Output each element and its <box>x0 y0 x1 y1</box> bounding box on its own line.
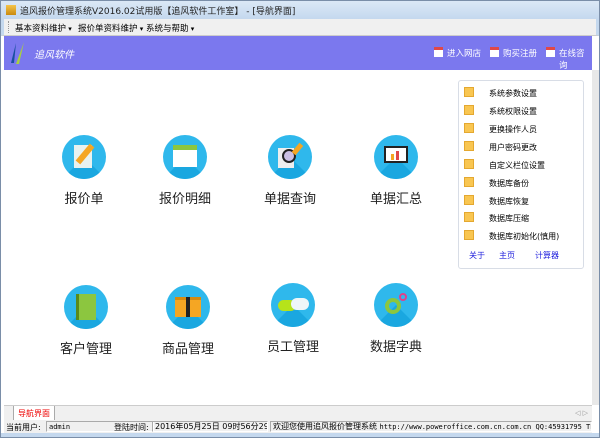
panel-item-db-backup[interactable]: 数据库备份 <box>464 177 582 189</box>
menu-system-help[interactable]: 系统与帮助 <box>146 22 194 34</box>
menu-quote-data[interactable]: 报价单资料维护 <box>78 22 143 34</box>
tile-product-management[interactable]: 商品管理 <box>148 285 228 357</box>
folder-icon <box>464 212 474 222</box>
current-user-label: 当前用户: <box>6 423 41 432</box>
link-calculator[interactable]: 计算器 <box>535 250 559 261</box>
panel-item-db-init[interactable]: 数据库初始化(慎用) <box>464 230 582 242</box>
link-label: 购买注册 <box>503 49 538 59</box>
calendar-icon <box>163 135 207 179</box>
login-time-label: 登陆时间: <box>114 423 149 432</box>
welcome-message: 欢迎您使用追风报价管理系统 http://www.poweroffice.com… <box>270 421 592 432</box>
tile-label: 报价明细 <box>158 192 211 207</box>
notebook-icon <box>64 285 108 329</box>
briefcase-icon <box>166 285 210 329</box>
tile-document-summary[interactable]: 单据汇总 <box>356 135 436 207</box>
tile-staff-management[interactable]: 员工管理 <box>253 283 333 355</box>
link-homepage[interactable]: 主页 <box>499 250 515 261</box>
panel-item-permissions[interactable]: 系统权限设置 <box>464 105 582 117</box>
status-bar: 当前用户: admin 登陆时间: 2016年05月25日 09时56分29秒 … <box>4 420 592 433</box>
item-label: 数据库初始化(慎用) <box>489 232 560 241</box>
link-online-consult[interactable]: 在线咨询 <box>546 47 592 71</box>
tab-scroll-arrows-icon[interactable]: ◁ ▷ <box>575 409 588 417</box>
panel-item-db-restore[interactable]: 数据库恢复 <box>464 195 582 207</box>
tile-data-dictionary[interactable]: 数据字典 <box>356 283 436 355</box>
welcome-text: 欢迎您使用追风报价管理系统 <box>273 422 377 431</box>
calendar-icon <box>490 47 499 57</box>
link-label: 进入网店 <box>447 49 482 59</box>
folder-icon <box>464 159 474 169</box>
tile-label: 单据查询 <box>263 192 316 207</box>
brand-name: 追风软件 <box>34 50 74 61</box>
item-label: 系统权限设置 <box>489 107 537 116</box>
settings-panel: 系统参数设置 系统权限设置 更换操作人员 用户密码更改 自定义栏位设置 数据库备… <box>458 80 584 269</box>
calendar-icon <box>546 47 555 57</box>
tile-label: 客户管理 <box>59 342 112 357</box>
tile-label: 员工管理 <box>266 340 319 355</box>
title-bar: 追风报价管理系统V2016.02试用版【追风软件工作室】 - [导航界面] <box>0 0 600 19</box>
link-buy-register[interactable]: 购买注册 <box>490 47 537 59</box>
app-icon <box>6 5 16 15</box>
magnifier-icon <box>268 135 312 179</box>
logo-icon <box>11 42 24 64</box>
tile-document-query[interactable]: 单据查询 <box>250 135 330 207</box>
calendar-icon <box>434 47 443 57</box>
menu-bar: 基本资料维护 报价单资料维护 系统与帮助 <box>0 19 600 36</box>
folder-icon <box>464 87 474 97</box>
item-label: 更换操作人员 <box>489 125 537 134</box>
tile-quote[interactable]: 报价单 <box>44 135 124 207</box>
item-label: 自定义栏位设置 <box>489 161 545 170</box>
rings-icon <box>374 283 418 327</box>
vertical-scrollbar[interactable] <box>592 70 600 405</box>
cloud-icon <box>271 283 315 327</box>
panel-item-db-compress[interactable]: 数据库压缩 <box>464 212 582 224</box>
tab-bar: 导航界面 ◁ ▷ <box>4 405 592 421</box>
panel-item-change-password[interactable]: 用户密码更改 <box>464 141 582 153</box>
window-bottom-border <box>0 433 600 438</box>
login-time-value: 2016年05月25日 09时56分29秒 <box>152 421 268 432</box>
tile-label: 数据字典 <box>369 340 422 355</box>
tile-label: 报价单 <box>64 192 104 207</box>
item-label: 数据库备份 <box>489 179 529 188</box>
panel-item-switch-operator[interactable]: 更换操作人员 <box>464 123 582 135</box>
tile-label: 商品管理 <box>161 342 214 357</box>
folder-icon <box>464 230 474 240</box>
link-about[interactable]: 关于 <box>469 250 485 261</box>
link-online-shop[interactable]: 进入网店 <box>434 47 481 59</box>
folder-icon <box>464 195 474 205</box>
item-label: 系统参数设置 <box>489 89 537 98</box>
folder-icon <box>464 141 474 151</box>
item-label: 用户密码更改 <box>489 143 537 152</box>
presentation-chart-icon <box>374 135 418 179</box>
item-label: 数据库压缩 <box>489 214 529 223</box>
header-banner: 追风软件 进入网店 购买注册 在线咨询 <box>4 36 592 71</box>
link-label: 在线咨询 <box>559 49 585 71</box>
panel-item-system-params[interactable]: 系统参数设置 <box>464 87 582 99</box>
toolbar-grip-icon <box>8 21 10 33</box>
tile-customer-management[interactable]: 客户管理 <box>46 285 126 357</box>
tile-quote-detail[interactable]: 报价明细 <box>145 135 225 207</box>
tile-label: 单据汇总 <box>369 192 422 207</box>
item-label: 数据库恢复 <box>489 197 529 206</box>
folder-icon <box>464 177 474 187</box>
window-title: 追风报价管理系统V2016.02试用版【追风软件工作室】 - [导航界面] <box>20 7 296 17</box>
quote-pencil-icon <box>62 135 106 179</box>
tab-navigation[interactable]: 导航界面 <box>13 406 55 421</box>
folder-icon <box>464 123 474 133</box>
contact-info: http://www.poweroffice.com.cn.com.cn QQ:… <box>379 423 592 431</box>
panel-item-custom-columns[interactable]: 自定义栏位设置 <box>464 159 582 171</box>
menu-basic-data[interactable]: 基本资料维护 <box>15 22 72 34</box>
folder-icon <box>464 105 474 115</box>
